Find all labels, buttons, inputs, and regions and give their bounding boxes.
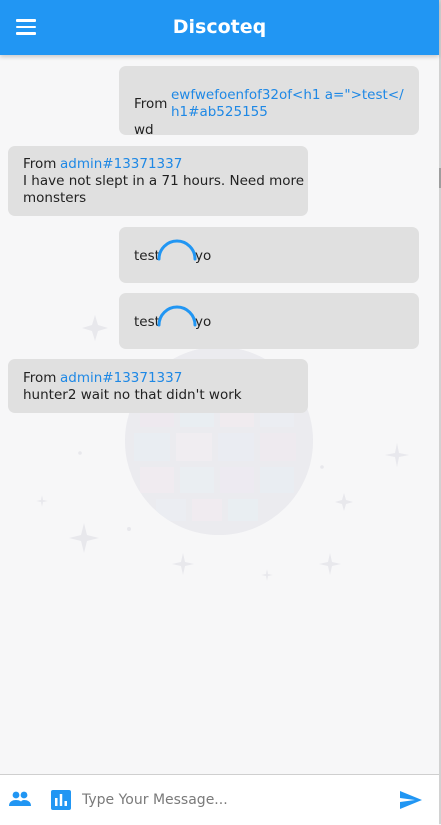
message-input[interactable] <box>82 788 382 812</box>
bar-chart-icon[interactable] <box>51 790 71 810</box>
sender-link[interactable]: admin#13371337 <box>60 370 182 387</box>
from-label: From <box>23 370 57 386</box>
message-bubble: test yo <box>119 293 419 349</box>
message-bubble: From ewfwefoenfof32of<h1 a=">test</ h1#a… <box>119 66 419 138</box>
message-text-suffix: yo <box>195 248 212 264</box>
message-text-continued: monsters <box>23 190 87 206</box>
sender-link-continued[interactable]: h1#ab525155 <box>171 104 268 121</box>
sender-link[interactable]: admin#13371337 <box>60 156 182 173</box>
people-icon[interactable] <box>8 790 32 808</box>
message-text: I have not slept in a 71 hours. Need mor… <box>23 173 305 189</box>
message-bubble: From admin#13371337 I have not slept in … <box>8 146 308 216</box>
message-text-suffix: yo <box>195 314 212 330</box>
message-text: hunter2 wait no that didn't work <box>23 387 242 403</box>
sender-link[interactable]: ewfwefoenfof32of<h1 a=">test</ <box>171 87 404 104</box>
send-icon[interactable] <box>399 790 423 810</box>
app-bar: Discoteq <box>0 0 439 55</box>
message-bubble: From admin#13371337 hunter2 wait no that… <box>8 359 308 413</box>
message-bubble: test yo <box>119 227 419 283</box>
composer-bar <box>0 774 439 825</box>
loading-spinner-icon <box>157 305 197 327</box>
from-label: From <box>134 96 168 112</box>
chat-area: From ewfwefoenfof32of<h1 a=">test</ h1#a… <box>0 55 439 774</box>
loading-spinner-icon <box>157 239 197 261</box>
app-title: Discoteq <box>172 16 267 38</box>
from-label: From <box>23 156 57 172</box>
message-text: wd <box>134 122 154 138</box>
